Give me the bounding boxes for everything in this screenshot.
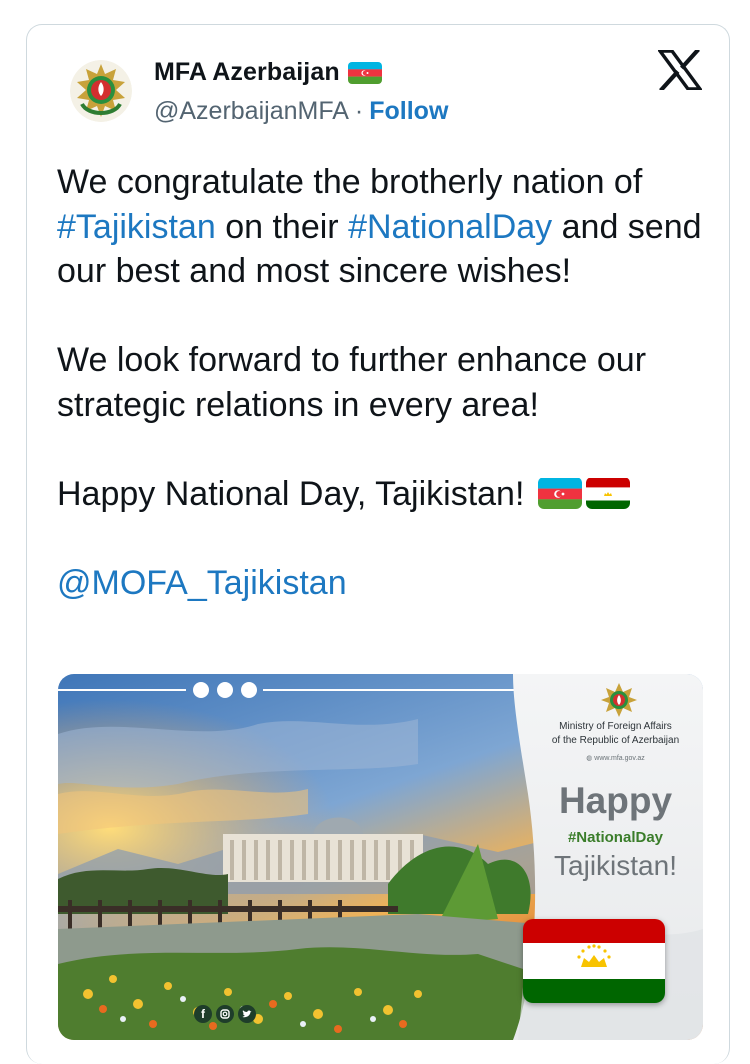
tweet-image[interactable]: Ministry of Foreign Affairs of the Repub… bbox=[58, 674, 703, 1040]
twitter-icon[interactable] bbox=[238, 1005, 256, 1023]
tajikistan-label: Tajikistan! bbox=[554, 850, 677, 881]
instagram-icon[interactable] bbox=[216, 1005, 234, 1023]
ministry-line-1: Ministry of Foreign Affairs bbox=[559, 721, 672, 732]
follow-button[interactable]: Follow bbox=[369, 97, 448, 126]
mention-mofa-tajikistan-link[interactable]: @MOFA_Tajikistan bbox=[57, 561, 727, 606]
nationalday-label: #NationalDay bbox=[567, 829, 664, 846]
tajikistan-flag-icon bbox=[523, 919, 665, 1003]
author-handle[interactable]: @AzerbaijanMFA bbox=[154, 97, 349, 126]
website-row: ◍ www.mfa.gov.az bbox=[528, 754, 703, 762]
tweet-paragraph-3: Happy National Day, Tajikistan! bbox=[57, 472, 727, 517]
azerbaijan-flag-icon bbox=[537, 477, 582, 509]
facebook-icon[interactable]: f bbox=[194, 1005, 212, 1023]
tweet-text: We congratulate the brotherly nation of … bbox=[57, 160, 727, 605]
hashtag-tajikistan-link[interactable]: #Tajikistan bbox=[57, 208, 216, 246]
tajikistan-flag-icon bbox=[585, 477, 630, 509]
website-label: www.mfa.gov.az bbox=[594, 755, 645, 762]
x-logo-icon[interactable] bbox=[656, 48, 704, 92]
ministry-line-2: of the Republic of Azerbaijan bbox=[551, 735, 680, 746]
tweet-text-segment: Happy National Day, Tajikistan! bbox=[57, 474, 525, 513]
display-name[interactable]: MFA Azerbaijan bbox=[154, 58, 340, 87]
happy-label: Happy bbox=[558, 780, 673, 821]
avatar[interactable] bbox=[70, 60, 132, 122]
globe-icon: ◍ bbox=[586, 755, 593, 762]
tweet-paragraph-1: We congratulate the brotherly nation of … bbox=[57, 160, 727, 294]
tweet-text-segment: We congratulate the brotherly nation of bbox=[57, 163, 643, 201]
separator: · bbox=[354, 97, 364, 125]
tweet-text-segment: on their bbox=[215, 207, 349, 246]
azerbaijan-flag-icon bbox=[347, 61, 382, 84]
tweet-paragraph-2: We look forward to further enhance our s… bbox=[57, 341, 647, 424]
hashtag-nationalday-link[interactable]: #NationalDay bbox=[348, 208, 552, 246]
social-icons: f bbox=[194, 1005, 256, 1023]
